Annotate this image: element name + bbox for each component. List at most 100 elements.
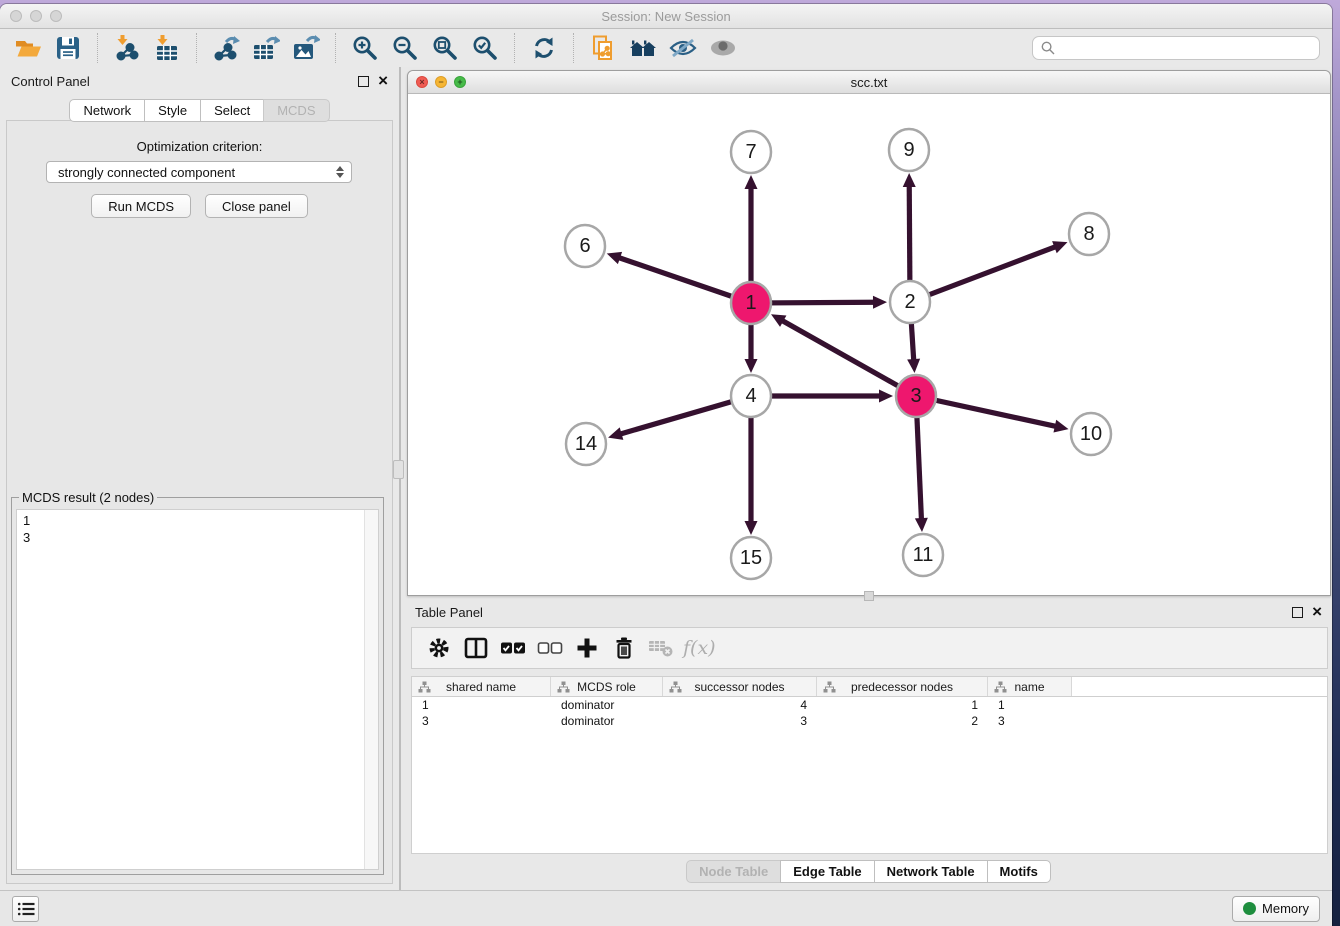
horizontal-splitter-grip[interactable] <box>864 591 874 601</box>
cell[interactable]: 3 <box>663 713 817 729</box>
column-header-successor-nodes[interactable]: successor nodes <box>663 677 817 696</box>
graph-edge-arrow-2-9 <box>903 173 916 187</box>
zoom-window-icon[interactable] <box>50 10 62 22</box>
window-title: Session: New Session <box>601 9 730 24</box>
close-panel-button[interactable]: Close panel <box>205 194 308 218</box>
float-table-panel-icon[interactable] <box>1292 607 1303 618</box>
delete-table-icon[interactable] <box>642 631 679 665</box>
copy-network-icon[interactable] <box>586 33 620 63</box>
export-table-icon[interactable] <box>249 33 283 63</box>
toggle-columns-icon[interactable] <box>457 631 494 665</box>
tab-select[interactable]: Select <box>200 99 264 122</box>
table-tab-network-table[interactable]: Network Table <box>874 860 988 883</box>
cell[interactable]: 3 <box>988 713 1072 729</box>
graph-node-3[interactable]: 3 <box>896 375 936 417</box>
close-window-icon[interactable] <box>10 10 22 22</box>
network-zoom-icon[interactable]: + <box>454 76 466 88</box>
graph-edge-arrow-2-3 <box>907 359 920 373</box>
graph-node-9[interactable]: 9 <box>889 129 929 171</box>
run-mcds-button[interactable]: Run MCDS <box>91 194 191 218</box>
memory-button[interactable]: Memory <box>1232 896 1320 922</box>
network-minimize-icon[interactable]: − <box>435 76 447 88</box>
export-image-icon[interactable] <box>289 33 323 63</box>
zoom-selected-icon[interactable] <box>468 33 502 63</box>
delete-columns-icon[interactable] <box>605 631 642 665</box>
table-tab-node-table[interactable]: Node Table <box>686 860 781 883</box>
result-scrollbar[interactable] <box>364 510 378 869</box>
graph-node-7[interactable]: 7 <box>731 131 771 173</box>
zoom-out-icon[interactable] <box>388 33 422 63</box>
graph-edge-arrow-4-14 <box>608 427 623 439</box>
graph-node-6[interactable]: 6 <box>565 225 605 267</box>
tab-style[interactable]: Style <box>144 99 201 122</box>
float-panel-icon[interactable] <box>358 76 369 87</box>
cell[interactable]: 2 <box>817 713 988 729</box>
graph-node-10[interactable]: 10 <box>1071 413 1111 455</box>
show-all-networks-icon[interactable] <box>626 33 660 63</box>
svg-text:10: 10 <box>1080 423 1102 445</box>
dropdown-stepper-icon <box>336 166 344 178</box>
task-history-button[interactable] <box>12 896 39 922</box>
cell[interactable]: 4 <box>663 697 817 713</box>
table-tab-edge-table[interactable]: Edge Table <box>780 860 874 883</box>
tab-mcds[interactable]: MCDS <box>263 99 329 122</box>
graph-edge-arrow-4-3 <box>879 390 893 403</box>
column-header-shared-name[interactable]: shared name <box>412 677 551 696</box>
workspace: × − + scc.txt 1234678910111415 Table Pan… <box>401 67 1332 890</box>
deselect-all-icon[interactable] <box>531 631 568 665</box>
cell[interactable]: dominator <box>551 697 663 713</box>
table-tab-motifs[interactable]: Motifs <box>987 860 1051 883</box>
optimization-label: Optimization criterion: <box>7 139 392 154</box>
criterion-dropdown[interactable]: strongly connected component <box>46 161 352 183</box>
search-box[interactable] <box>1032 36 1320 60</box>
network-window: × − + scc.txt 1 2 3 4 6 7 8 9 10 11 14 15 <box>407 70 1331 596</box>
hide-selected-icon[interactable] <box>666 33 700 63</box>
control-panel: Control Panel × NetworkStyleSelectMCDS O… <box>0 67 401 890</box>
function-builder-icon[interactable]: f(x) <box>683 637 716 659</box>
close-table-panel-icon[interactable]: × <box>1312 605 1322 619</box>
cell[interactable]: 1 <box>412 697 551 713</box>
splitter-grip[interactable] <box>393 460 404 479</box>
zoom-in-icon[interactable] <box>348 33 382 63</box>
column-header-mcds-role[interactable]: MCDS role <box>551 677 663 696</box>
graph-edge-2-8[interactable] <box>910 246 1056 302</box>
import-network-icon[interactable] <box>110 33 144 63</box>
graph-node-1[interactable]: 1 <box>731 282 771 324</box>
graph-edge-3-10[interactable] <box>916 396 1057 427</box>
search-input[interactable] <box>1061 40 1311 57</box>
graph-node-8[interactable]: 8 <box>1069 213 1109 255</box>
graph-node-4[interactable]: 4 <box>731 375 771 417</box>
select-all-icon[interactable] <box>494 631 531 665</box>
column-header-name[interactable]: name <box>988 677 1072 696</box>
table-row-2[interactable]: 3dominator323 <box>412 713 1327 729</box>
graph-node-2[interactable]: 2 <box>890 281 930 323</box>
cell[interactable]: 3 <box>412 713 551 729</box>
column-settings-icon[interactable] <box>420 631 457 665</box>
close-panel-icon[interactable]: × <box>378 74 388 88</box>
graph-node-14[interactable]: 14 <box>566 423 606 465</box>
export-network-icon[interactable] <box>209 33 243 63</box>
network-close-icon[interactable]: × <box>416 76 428 88</box>
cell[interactable]: 1 <box>817 697 988 713</box>
graph-edge-3-1[interactable] <box>781 320 916 396</box>
refresh-layout-icon[interactable] <box>527 33 561 63</box>
save-session-icon[interactable] <box>51 33 85 63</box>
cell[interactable]: dominator <box>551 713 663 729</box>
show-hidden-icon[interactable] <box>706 33 740 63</box>
graph-node-15[interactable]: 15 <box>731 537 771 579</box>
cell[interactable]: 1 <box>988 697 1072 713</box>
table-row-1[interactable]: 1dominator411 <box>412 697 1327 713</box>
graph-node-11[interactable]: 11 <box>903 534 943 576</box>
minimize-window-icon[interactable] <box>30 10 42 22</box>
network-window-titlebar[interactable]: × − + scc.txt <box>408 71 1330 94</box>
mcds-result-area[interactable]: 1 3 <box>16 509 379 870</box>
toolbar-separator <box>196 33 197 63</box>
zoom-fit-icon[interactable] <box>428 33 462 63</box>
network-canvas[interactable]: 1 2 3 4 6 7 8 9 10 11 14 15 <box>408 94 1330 595</box>
column-header-predecessor-nodes[interactable]: predecessor nodes <box>817 677 988 696</box>
open-file-icon[interactable] <box>11 33 45 63</box>
tab-network[interactable]: Network <box>69 99 145 122</box>
import-table-icon[interactable] <box>150 33 184 63</box>
table-tabs: Node TableEdge TableNetwork TableMotifs <box>405 860 1332 883</box>
create-column-icon[interactable] <box>568 631 605 665</box>
